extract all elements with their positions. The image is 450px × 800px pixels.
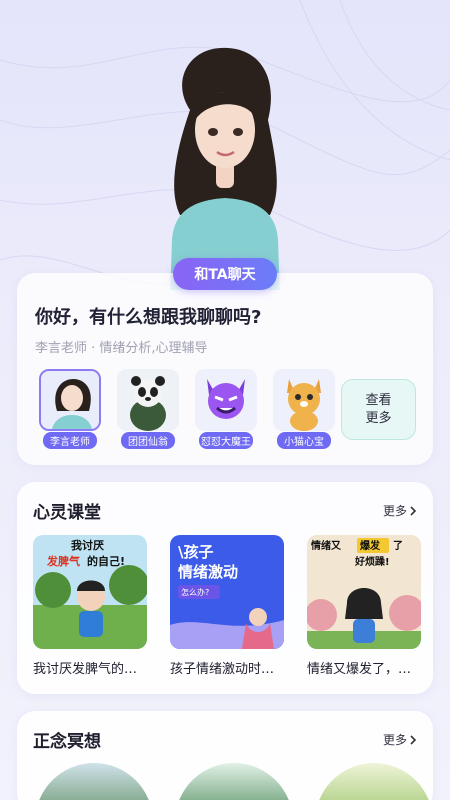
more-label: 更多 [382, 733, 407, 747]
hero-character-illustration [170, 47, 280, 290]
panda-avatar-icon [117, 369, 179, 431]
thumb-text: 情绪激动 [178, 563, 238, 581]
thumb-text: 爆发 [360, 539, 381, 552]
chevron-right-icon [410, 734, 417, 745]
character-list: 李言老师 团团仙翁 怼怼大魔王 小猫心宝 [39, 369, 335, 451]
character-teacher[interactable]: 李言老师 [39, 369, 101, 451]
character-devil[interactable]: 怼怼大魔王 [195, 369, 257, 451]
meditation-item-thumbnail[interactable] [175, 763, 293, 800]
course-section: 心灵课堂 更多 我讨厌 发脾气 的自己! 我讨厌发脾气的… \孩子 情绪激动 怎… [17, 482, 433, 694]
course-item[interactable]: 我讨厌 发脾气 的自己! 我讨厌发脾气的… [33, 535, 147, 677]
meditation-item-thumbnail[interactable] [315, 763, 433, 800]
section-title: 心灵课堂 [33, 503, 101, 523]
course-thumbnail: 我讨厌 发脾气 的自己! [33, 535, 147, 649]
chat-with-ta-button[interactable]: 和TA聊天 [173, 258, 277, 290]
thumb-text: 的自己! [87, 554, 125, 568]
thumb-text: \孩子 [178, 543, 213, 561]
greeting-text: 你好，有什么想跟我聊聊吗? [35, 307, 262, 328]
meditation-section: 正念冥想 更多 [17, 711, 433, 800]
course-more-link[interactable]: 更多 [383, 502, 417, 519]
thumb-text: 好烦躁! [354, 555, 390, 568]
character-subtitle: 李言老师 · 情绪分析,心理辅导 [35, 341, 208, 356]
course-title: 情绪又爆发了，… [307, 662, 412, 677]
character-name: 团团仙翁 [121, 432, 175, 449]
character-name: 怼怼大魔王 [199, 432, 253, 449]
meditation-more-link[interactable]: 更多 [383, 731, 417, 748]
course-thumbnail: \孩子 情绪激动 怎么办? [170, 535, 284, 649]
course-item[interactable]: 情绪又 爆发 了 好烦躁! 情绪又爆发了，… [307, 535, 421, 677]
more-label-line2: 更多 [365, 410, 392, 426]
view-more-characters-button[interactable]: 查看 更多 [341, 379, 416, 440]
thumb-text: 怎么办? [181, 587, 209, 597]
cat-avatar-icon [273, 369, 335, 431]
character-chat-card: 你好，有什么想跟我聊聊吗? 李言老师 · 情绪分析,心理辅导 李言老师 团团仙翁… [17, 273, 433, 465]
character-cat[interactable]: 小猫心宝 [273, 369, 335, 451]
character-panda[interactable]: 团团仙翁 [117, 369, 179, 451]
character-name: 小猫心宝 [277, 432, 331, 449]
more-label-line1: 查看 [365, 392, 392, 408]
devil-avatar-icon [195, 369, 257, 431]
more-label: 更多 [382, 504, 407, 518]
course-thumbnail: 情绪又 爆发 了 好烦躁! [307, 535, 421, 649]
course-title: 孩子情绪激动时… [170, 662, 275, 677]
teacher-avatar-icon [39, 369, 101, 431]
chevron-right-icon [410, 505, 417, 516]
thumb-text: 我讨厌 [71, 538, 104, 552]
course-title: 我讨厌发脾气的… [33, 662, 138, 677]
thumb-text: 情绪又 [311, 539, 342, 552]
course-item[interactable]: \孩子 情绪激动 怎么办? 孩子情绪激动时… [170, 535, 284, 677]
thumb-text: 了 [393, 540, 403, 552]
character-name: 李言老师 [43, 432, 97, 449]
thumb-text: 发脾气 [46, 554, 80, 568]
section-title: 正念冥想 [33, 732, 101, 752]
meditation-item-thumbnail[interactable] [35, 763, 153, 800]
